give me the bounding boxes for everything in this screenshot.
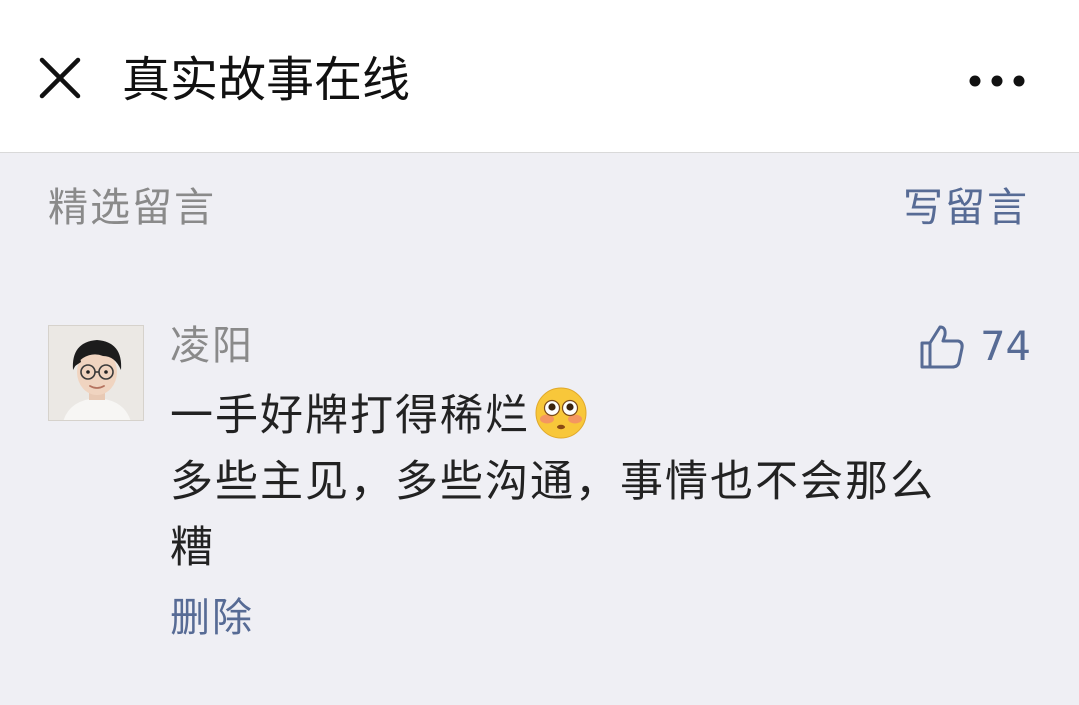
comment-line: 一手好牌打得稀烂 — [170, 383, 1030, 449]
close-button[interactable] — [30, 48, 90, 108]
top-bar: 真实故事在线 — [0, 0, 1079, 153]
comment-body: 一手好牌打得稀烂 多些主见，多些沟通，事情也不会那么 糟 — [170, 383, 1030, 581]
like-count: 74 — [980, 324, 1031, 370]
section-title: 精选留言 — [48, 185, 216, 231]
delete-comment-link[interactable]: 删除 — [170, 591, 254, 645]
comment-author[interactable]: 凌阳 — [170, 321, 254, 371]
like-button[interactable]: 74 — [918, 319, 1031, 375]
more-options-button[interactable] — [967, 66, 1027, 96]
comment-line: 多些主见，多些沟通，事情也不会那么 — [170, 457, 935, 507]
flushed-face-emoji — [535, 387, 587, 439]
comment-line: 糟 — [170, 523, 215, 573]
page-title: 真实故事在线 — [122, 52, 411, 108]
close-icon — [39, 57, 81, 99]
comment-line-text: 一手好牌打得稀烂 — [170, 391, 530, 441]
avatar-portrait-image — [49, 326, 143, 420]
comments-area: 精选留言 写留言 凌阳 74 一手好牌打得稀烂 多些主见，多些沟通，事情也不会那… — [0, 153, 1079, 705]
thumbs-up-icon — [920, 325, 964, 369]
write-comment-link[interactable]: 写留言 — [903, 183, 1029, 233]
more-icon — [969, 75, 1025, 87]
avatar[interactable] — [48, 325, 144, 421]
